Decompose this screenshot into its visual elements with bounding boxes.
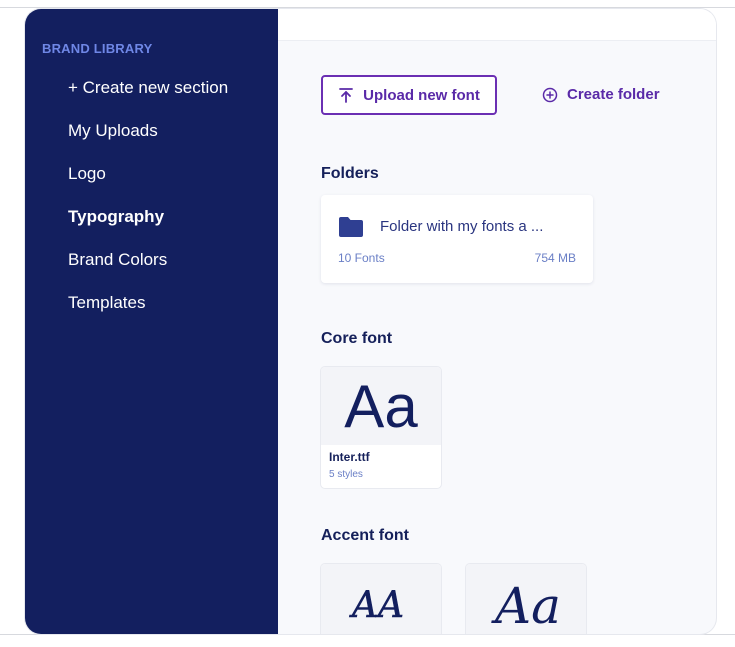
core-font-preview: Aa <box>321 367 441 445</box>
create-folder-label: Create folder <box>567 86 660 103</box>
sidebar-item-my-uploads[interactable]: My Uploads <box>68 121 158 141</box>
folders-heading: Folders <box>321 165 379 182</box>
accent-font-heading: Accent font <box>321 527 409 544</box>
window-top-divider <box>0 7 735 8</box>
upload-new-font-button[interactable]: Upload new font <box>321 75 497 115</box>
sidebar-title: BRAND LIBRARY <box>42 41 153 56</box>
accent-font-glyph-1: AA <box>349 585 405 627</box>
accent-font-card-1[interactable]: AA <box>321 564 441 634</box>
accent-font-card-2[interactable]: Aa <box>466 564 586 634</box>
core-font-name: Inter.ttf <box>329 450 370 464</box>
accent-font-preview-1: AA <box>321 564 441 634</box>
sidebar-item-create-section[interactable]: + Create new section <box>68 78 228 98</box>
core-font-card[interactable]: Aa Inter.ttf 5 styles <box>321 367 441 488</box>
core-font-styles: 5 styles <box>329 469 363 480</box>
svg-text:Aa: Aa <box>491 577 561 633</box>
sidebar-item-typography[interactable]: Typography <box>68 207 164 227</box>
main-content: Upload new font Create folder Folders Fo… <box>278 41 716 634</box>
window-bottom-divider <box>0 634 735 635</box>
upload-new-font-label: Upload new font <box>363 86 480 104</box>
create-folder-button[interactable]: Create folder <box>542 86 660 103</box>
brand-library-app: BRAND LIBRARY + Create new section My Up… <box>25 9 716 634</box>
folder-icon <box>339 217 363 237</box>
folder-card[interactable]: Folder with my fonts a ... 10 Fonts 754 … <box>321 195 593 283</box>
sidebar: BRAND LIBRARY + Create new section My Up… <box>25 9 278 634</box>
sidebar-item-logo[interactable]: Logo <box>68 164 106 184</box>
folder-font-count: 10 Fonts <box>338 251 385 265</box>
accent-font-glyph-2: Aa <box>491 577 561 633</box>
sidebar-item-templates[interactable]: Templates <box>68 293 145 313</box>
svg-text:AA: AA <box>349 585 404 626</box>
folder-name: Folder with my fonts a ... <box>380 218 544 235</box>
upload-icon <box>339 88 354 103</box>
top-bar <box>278 9 716 41</box>
core-font-heading: Core font <box>321 330 393 347</box>
accent-font-preview-2: Aa <box>466 564 586 634</box>
folder-size: 754 MB <box>534 251 576 265</box>
plus-circle-icon <box>542 87 558 102</box>
sidebar-item-brand-colors[interactable]: Brand Colors <box>68 250 167 270</box>
